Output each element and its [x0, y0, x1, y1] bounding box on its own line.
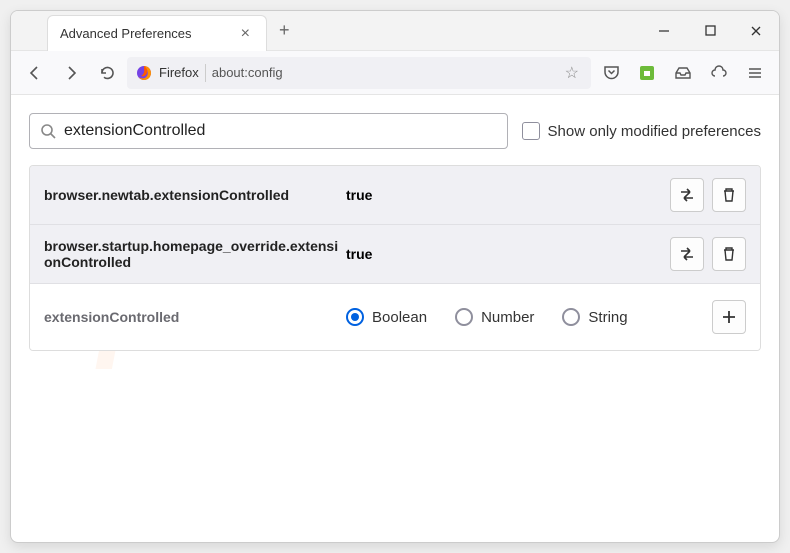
radio-icon: [562, 308, 580, 326]
pref-value: true: [346, 187, 456, 203]
checkbox-icon: [522, 122, 540, 140]
forward-button[interactable]: [55, 57, 87, 89]
menu-button[interactable]: [739, 57, 771, 89]
prefs-table: browser.newtab.extensionControlled true …: [29, 165, 761, 351]
cloud-icon[interactable]: [703, 57, 735, 89]
minimize-button[interactable]: [641, 11, 687, 50]
bookmark-star-icon[interactable]: ☆: [561, 63, 583, 83]
newtab-button[interactable]: +: [267, 11, 302, 50]
toolbar: Firefox about:config ☆: [11, 51, 779, 95]
search-icon: [40, 123, 56, 139]
tab-title: Advanced Preferences: [60, 26, 237, 41]
pref-name: browser.startup.homepage_override.extens…: [44, 238, 346, 270]
close-icon[interactable]: ×: [237, 25, 254, 43]
pref-row[interactable]: browser.newtab.extensionControlled true: [30, 166, 760, 225]
back-button[interactable]: [19, 57, 51, 89]
browser-window: pcrisk.com Advanced Preferences × +: [10, 10, 780, 543]
pref-value: true: [346, 246, 456, 262]
modified-only-checkbox[interactable]: Show only modified preferences: [522, 122, 761, 140]
maximize-button[interactable]: [687, 11, 733, 50]
inbox-icon[interactable]: [667, 57, 699, 89]
tab-active[interactable]: Advanced Preferences ×: [47, 15, 267, 51]
radio-number[interactable]: Number: [455, 308, 534, 326]
url-bar[interactable]: Firefox about:config ☆: [127, 57, 591, 89]
radio-label: Boolean: [372, 309, 427, 326]
reload-button[interactable]: [91, 57, 123, 89]
search-input[interactable]: [64, 122, 497, 140]
url-text: about:config: [212, 65, 555, 80]
toggle-button[interactable]: [670, 178, 704, 212]
type-radios: Boolean Number String: [346, 308, 628, 326]
add-button[interactable]: [712, 300, 746, 334]
delete-button[interactable]: [712, 237, 746, 271]
radio-string[interactable]: String: [562, 308, 627, 326]
titlebar: Advanced Preferences × +: [11, 11, 779, 51]
close-button[interactable]: [733, 11, 779, 50]
radio-label: String: [588, 309, 627, 326]
firefox-icon: [135, 64, 153, 82]
toggle-button[interactable]: [670, 237, 704, 271]
search-row: Show only modified preferences: [29, 113, 761, 149]
radio-boolean[interactable]: Boolean: [346, 308, 427, 326]
new-pref-name: extensionControlled: [44, 309, 346, 325]
delete-button[interactable]: [712, 178, 746, 212]
new-pref-row: extensionControlled Boolean Number Strin…: [30, 284, 760, 350]
pref-row[interactable]: browser.startup.homepage_override.extens…: [30, 225, 760, 284]
extension-icon[interactable]: [631, 57, 663, 89]
radio-label: Number: [481, 309, 534, 326]
pocket-icon[interactable]: [595, 57, 627, 89]
pref-name: browser.newtab.extensionControlled: [44, 187, 346, 203]
window-controls: [641, 11, 779, 50]
url-separator: [205, 64, 206, 82]
radio-icon: [346, 308, 364, 326]
search-box[interactable]: [29, 113, 508, 149]
radio-icon: [455, 308, 473, 326]
content: Show only modified preferences browser.n…: [11, 95, 779, 369]
checkbox-label: Show only modified preferences: [548, 123, 761, 140]
url-brand: Firefox: [159, 65, 199, 80]
